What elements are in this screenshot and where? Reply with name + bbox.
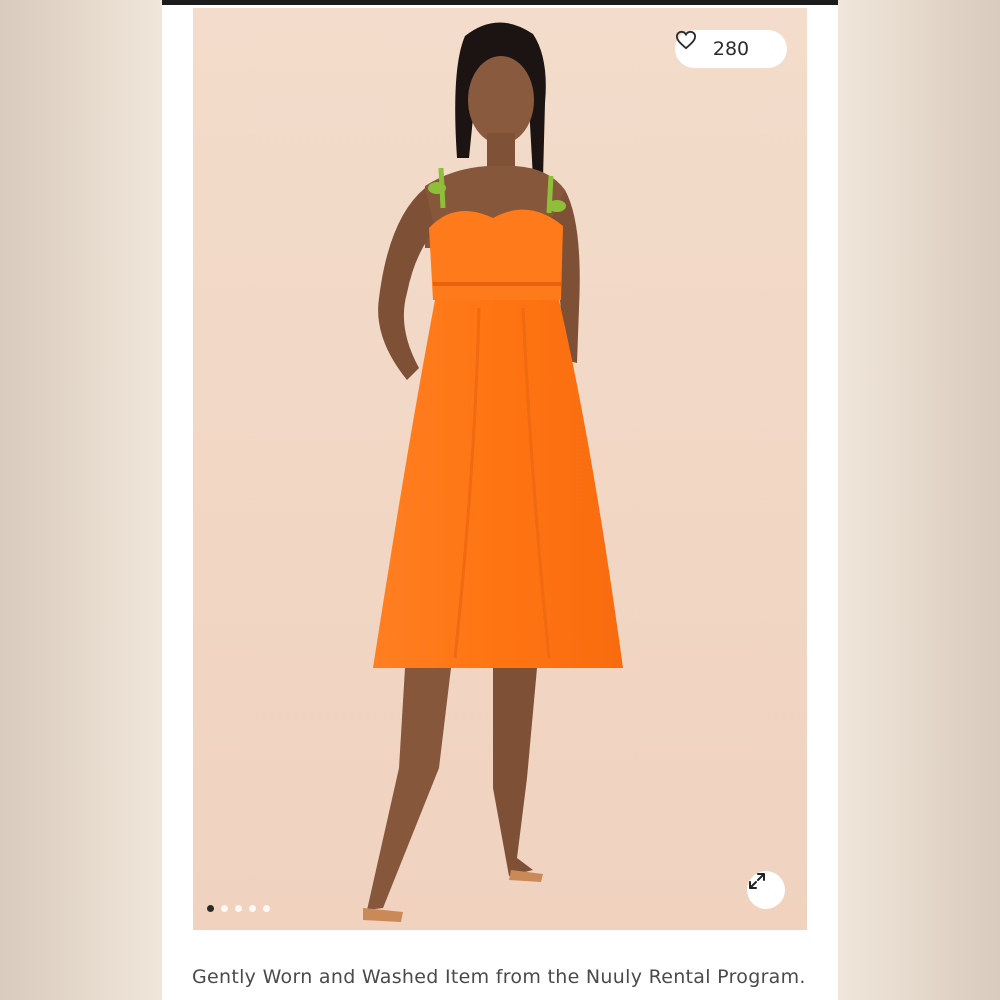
listing-description: Gently Worn and Washed Item from the Nuu…	[192, 966, 806, 988]
model-in-orange-dress-image	[193, 8, 807, 930]
carousel-dot[interactable]	[207, 905, 214, 912]
expand-photo-button[interactable]	[747, 871, 785, 909]
product-photo[interactable]: 280	[193, 8, 807, 930]
blurred-backdrop-right	[838, 0, 1000, 1000]
carousel-dot[interactable]	[235, 905, 242, 912]
like-button[interactable]: 280	[675, 30, 787, 68]
likes-count: 280	[712, 38, 750, 60]
expand-arrows-icon	[749, 873, 765, 889]
blurred-backdrop-left	[0, 0, 162, 1000]
carousel-dot[interactable]	[263, 905, 270, 912]
listing-panel: 280 Gently Worn and Washed Item from the…	[162, 0, 838, 1000]
top-bar	[162, 0, 838, 5]
carousel-dot[interactable]	[221, 905, 228, 912]
carousel-indicators	[207, 905, 270, 912]
carousel-dot[interactable]	[249, 905, 256, 912]
heart-icon	[675, 30, 697, 50]
